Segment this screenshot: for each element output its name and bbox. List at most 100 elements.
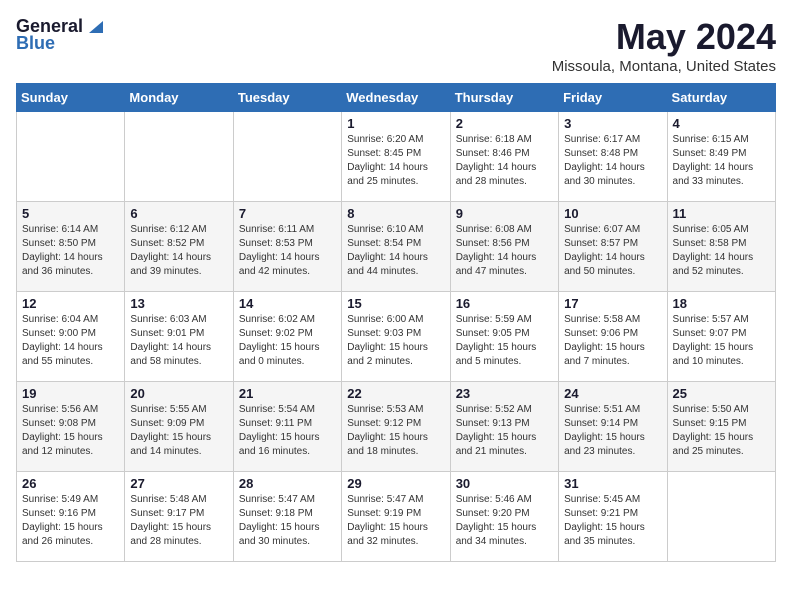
sunrise-text: Sunrise: 6:00 AM xyxy=(347,314,423,325)
daylight-minutes: and 50 minutes. xyxy=(564,266,635,277)
sunset-text: Sunset: 8:57 PM xyxy=(564,238,638,249)
sunset-text: Sunset: 9:18 PM xyxy=(239,508,313,519)
col-saturday: Saturday xyxy=(667,84,775,112)
daylight-minutes: and 47 minutes. xyxy=(456,266,527,277)
sunrise-text: Sunrise: 5:48 AM xyxy=(130,494,206,505)
daylight-label: Daylight: 14 hours xyxy=(456,252,537,263)
day-number: 3 xyxy=(564,116,661,131)
calendar-cell: 30Sunrise: 5:46 AMSunset: 9:20 PMDayligh… xyxy=(450,472,558,562)
day-number: 6 xyxy=(130,206,227,221)
cell-info: Sunrise: 6:10 AMSunset: 8:54 PMDaylight:… xyxy=(347,223,444,279)
col-tuesday: Tuesday xyxy=(233,84,341,112)
daylight-label: Daylight: 14 hours xyxy=(564,252,645,263)
calendar-cell: 13Sunrise: 6:03 AMSunset: 9:01 PMDayligh… xyxy=(125,292,233,382)
daylight-label: Daylight: 14 hours xyxy=(22,342,103,353)
cell-info: Sunrise: 5:51 AMSunset: 9:14 PMDaylight:… xyxy=(564,403,661,459)
daylight-label: Daylight: 15 hours xyxy=(239,342,320,353)
cell-info: Sunrise: 6:11 AMSunset: 8:53 PMDaylight:… xyxy=(239,223,336,279)
sunrise-text: Sunrise: 6:02 AM xyxy=(239,314,315,325)
sunset-text: Sunset: 9:00 PM xyxy=(22,328,96,339)
daylight-label: Daylight: 15 hours xyxy=(456,432,537,443)
calendar-cell: 28Sunrise: 5:47 AMSunset: 9:18 PMDayligh… xyxy=(233,472,341,562)
title-block: May 2024 Missoula, Montana, United State… xyxy=(552,16,776,75)
daylight-label: Daylight: 15 hours xyxy=(130,432,211,443)
daylight-minutes: and 42 minutes. xyxy=(239,266,310,277)
day-number: 30 xyxy=(456,476,553,491)
day-number: 31 xyxy=(564,476,661,491)
cell-info: Sunrise: 5:50 AMSunset: 9:15 PMDaylight:… xyxy=(673,403,770,459)
calendar-cell: 4 Sunrise: 6:15 AMSunset: 8:49 PMDaylight… xyxy=(667,112,775,202)
daylight-minutes: and 26 minutes. xyxy=(22,536,93,547)
calendar-cell xyxy=(125,112,233,202)
sunrise-text: Sunrise: 5:46 AM xyxy=(456,494,532,505)
daylight-minutes: and 14 minutes. xyxy=(130,446,201,457)
sunrise-text: Sunrise: 6:07 AM xyxy=(564,224,640,235)
daylight-minutes: and 16 minutes. xyxy=(239,446,310,457)
daylight-label: Daylight: 15 hours xyxy=(564,522,645,533)
sunrise-text: Sunrise: 5:50 AM xyxy=(673,404,749,415)
daylight-minutes: and 34 minutes. xyxy=(456,536,527,547)
calendar-cell: 10Sunrise: 6:07 AMSunset: 8:57 PMDayligh… xyxy=(559,202,667,292)
calendar-cell: 9Sunrise: 6:08 AMSunset: 8:56 PMDaylight… xyxy=(450,202,558,292)
sunset-text: Sunset: 8:48 PM xyxy=(564,148,638,159)
sunset-text: Sunset: 9:17 PM xyxy=(130,508,204,519)
calendar-cell: 14 Sunrise: 6:02 AMSunset: 9:02 PMDayligh… xyxy=(233,292,341,382)
cell-info: Sunrise: 6:15 AMSunset: 8:49 PMDaylight:… xyxy=(673,133,770,189)
daylight-minutes: and 58 minutes. xyxy=(130,356,201,367)
daylight-minutes: and 25 minutes. xyxy=(347,176,418,187)
day-number: 14 xyxy=(239,296,336,311)
day-number: 9 xyxy=(456,206,553,221)
day-number: 8 xyxy=(347,206,444,221)
calendar-cell: 19Sunrise: 5:56 AMSunset: 9:08 PMDayligh… xyxy=(17,382,125,472)
daylight-label: Daylight: 15 hours xyxy=(347,342,428,353)
daylight-minutes: and 35 minutes. xyxy=(564,536,635,547)
sunset-text: Sunset: 9:12 PM xyxy=(347,418,421,429)
sunrise-text: Sunrise: 5:55 AM xyxy=(130,404,206,415)
cell-info: Sunrise: 5:56 AMSunset: 9:08 PMDaylight:… xyxy=(22,403,119,459)
calendar-cell: 16Sunrise: 5:59 AMSunset: 9:05 PMDayligh… xyxy=(450,292,558,382)
sunset-text: Sunset: 8:46 PM xyxy=(456,148,530,159)
day-number: 4 xyxy=(673,116,770,131)
cell-info: Sunrise: 6:02 AMSunset: 9:02 PMDaylight:… xyxy=(239,313,336,369)
daylight-minutes: and 2 minutes. xyxy=(347,356,413,367)
day-number: 27 xyxy=(130,476,227,491)
calendar-cell: 25Sunrise: 5:50 AMSunset: 9:15 PMDayligh… xyxy=(667,382,775,472)
cell-info: Sunrise: 5:53 AMSunset: 9:12 PMDaylight:… xyxy=(347,403,444,459)
daylight-label: Daylight: 15 hours xyxy=(673,342,754,353)
cell-info: Sunrise: 6:00 AMSunset: 9:03 PMDaylight:… xyxy=(347,313,444,369)
sunset-text: Sunset: 8:56 PM xyxy=(456,238,530,249)
month-title: May 2024 xyxy=(552,16,776,58)
sunrise-text: Sunrise: 6:03 AM xyxy=(130,314,206,325)
sunrise-text: Sunrise: 6:04 AM xyxy=(22,314,98,325)
sunrise-text: Sunrise: 6:11 AM xyxy=(239,224,314,235)
sunset-text: Sunset: 9:20 PM xyxy=(456,508,530,519)
day-number: 15 xyxy=(347,296,444,311)
calendar-cell: 6Sunrise: 6:12 AMSunset: 8:52 PMDaylight… xyxy=(125,202,233,292)
day-number: 23 xyxy=(456,386,553,401)
calendar-cell: 2Sunrise: 6:18 AMSunset: 8:46 PMDaylight… xyxy=(450,112,558,202)
sunrise-text: Sunrise: 5:56 AM xyxy=(22,404,98,415)
calendar-cell xyxy=(233,112,341,202)
daylight-minutes: and 30 minutes. xyxy=(564,176,635,187)
cell-info: Sunrise: 5:54 AMSunset: 9:11 PMDaylight:… xyxy=(239,403,336,459)
sunrise-text: Sunrise: 5:58 AM xyxy=(564,314,640,325)
day-number: 29 xyxy=(347,476,444,491)
sunset-text: Sunset: 9:16 PM xyxy=(22,508,96,519)
calendar-cell: 21Sunrise: 5:54 AMSunset: 9:11 PMDayligh… xyxy=(233,382,341,472)
day-number: 22 xyxy=(347,386,444,401)
cell-info: Sunrise: 6:04 AM Sunset: 9:00 PM Daylight:… xyxy=(22,313,119,369)
day-number: 20 xyxy=(130,386,227,401)
calendar-cell: 20Sunrise: 5:55 AMSunset: 9:09 PMDayligh… xyxy=(125,382,233,472)
sunrise-text: Sunrise: 6:10 AM xyxy=(347,224,423,235)
sunrise-text: Sunrise: 5:53 AM xyxy=(347,404,423,415)
cell-info: Sunrise: 6:18 AMSunset: 8:46 PMDaylight:… xyxy=(456,133,553,189)
sunrise-text: Sunrise: 5:45 AM xyxy=(564,494,640,505)
cell-info: Sunrise: 6:17 AMSunset: 8:48 PMDaylight:… xyxy=(564,133,661,189)
logo-blue-text: Blue xyxy=(16,33,55,54)
sunrise-text: Sunrise: 5:49 AM xyxy=(22,494,98,505)
calendar-cell: 29Sunrise: 5:47 AMSunset: 9:19 PMDayligh… xyxy=(342,472,450,562)
sunset-text: Sunset: 9:08 PM xyxy=(22,418,96,429)
daylight-minutes: and 30 minutes. xyxy=(239,536,310,547)
daylight-label: Daylight: 14 hours xyxy=(130,342,211,353)
cell-info: Sunrise: 6:07 AM Sunset: 8:57 PM Daylight:… xyxy=(564,223,661,279)
